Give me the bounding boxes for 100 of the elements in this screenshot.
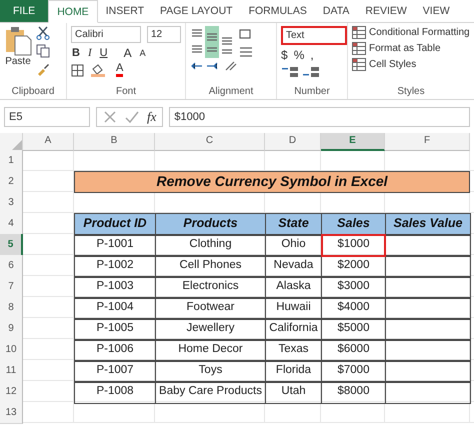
bold-button[interactable]: B bbox=[71, 47, 81, 59]
sheet-title: Remove Currency Symbol in Excel bbox=[74, 171, 470, 193]
column-header[interactable]: E bbox=[321, 133, 385, 151]
copy-icon[interactable] bbox=[36, 44, 50, 58]
percent-button[interactable]: % bbox=[294, 48, 304, 62]
table-header: Products bbox=[155, 213, 266, 236]
row-header[interactable]: 7 bbox=[0, 276, 23, 298]
table-cell: Home Decor bbox=[155, 339, 266, 362]
check-icon bbox=[125, 110, 139, 124]
table-cell: Alaska bbox=[265, 276, 322, 299]
row-header[interactable]: 3 bbox=[0, 192, 23, 214]
ribbon-tab[interactable]: DATA bbox=[314, 0, 358, 22]
comma-button[interactable]: , bbox=[310, 48, 314, 62]
font-size-dropdown[interactable]: 12 bbox=[147, 26, 181, 43]
table-cell: $5000 bbox=[321, 318, 386, 341]
row-header[interactable]: 12 bbox=[0, 381, 23, 403]
ribbon-tab[interactable]: FILE bbox=[0, 0, 48, 22]
group-label: Clipboard bbox=[10, 85, 56, 99]
formula-input[interactable]: $1000 bbox=[169, 107, 470, 127]
brush-icon[interactable] bbox=[36, 62, 50, 76]
group-label: Font bbox=[114, 85, 137, 99]
row-header[interactable]: 8 bbox=[0, 297, 23, 319]
table-cell: California bbox=[265, 318, 322, 341]
italic-button[interactable]: I bbox=[86, 47, 93, 59]
table-cell: Huwaii bbox=[265, 297, 322, 320]
group-label: Alignment bbox=[208, 85, 254, 99]
table-cell: $4000 bbox=[321, 297, 386, 320]
decimal-icons-drawing[interactable] bbox=[281, 65, 321, 79]
fill-color-icon[interactable] bbox=[90, 63, 106, 77]
table-cell: Footwear bbox=[155, 297, 266, 320]
table-cell: $8000 bbox=[321, 381, 386, 404]
table-cell: Texas bbox=[265, 339, 322, 362]
table-header: Product ID bbox=[74, 213, 156, 236]
table-cell: Toys bbox=[155, 360, 266, 383]
table-cell: $7000 bbox=[321, 360, 386, 383]
column-header[interactable]: D bbox=[265, 133, 321, 151]
table-cell: $6000 bbox=[321, 339, 386, 362]
row-header[interactable]: 11 bbox=[0, 360, 23, 382]
table-cell: P-1004 bbox=[74, 297, 156, 320]
column-header[interactable]: F bbox=[385, 133, 470, 151]
table-style-icon bbox=[352, 58, 366, 71]
table-header: Sales Value bbox=[385, 213, 471, 236]
table-cell: Florida bbox=[265, 360, 322, 383]
underline-button[interactable]: U bbox=[98, 47, 109, 59]
row-header[interactable]: 1 bbox=[0, 150, 23, 172]
table-cell: $1000 bbox=[321, 234, 386, 257]
number-format-dropdown[interactable]: Text bbox=[281, 26, 347, 45]
table-style-icon bbox=[352, 26, 366, 39]
styles-menu-button[interactable]: Format as Table bbox=[352, 42, 470, 55]
ribbon-tab[interactable]: VIEW bbox=[414, 0, 458, 22]
borders-icon[interactable] bbox=[71, 64, 84, 76]
shrink-font-button[interactable]: A bbox=[138, 48, 147, 58]
table-cell: Baby Care Products bbox=[155, 381, 266, 404]
column-header[interactable]: C bbox=[155, 133, 265, 151]
table-style-icon bbox=[352, 42, 366, 55]
table-cell: P-1002 bbox=[74, 255, 156, 278]
table-cell: Utah bbox=[265, 381, 322, 404]
table-cell: Jewellery bbox=[155, 318, 266, 341]
name-box[interactable]: E5 bbox=[4, 107, 90, 127]
table-cell: P-1006 bbox=[74, 339, 156, 362]
row-header[interactable]: 9 bbox=[0, 318, 23, 340]
row-header[interactable]: 13 bbox=[0, 402, 23, 424]
table-header: Sales bbox=[321, 213, 386, 236]
row-header[interactable]: 10 bbox=[0, 339, 23, 361]
styles-menu-button[interactable]: Cell Styles bbox=[352, 58, 470, 71]
column-header[interactable]: A bbox=[23, 133, 74, 151]
table-cell: Clothing bbox=[155, 234, 266, 257]
font-color-button[interactable]: A bbox=[116, 63, 124, 77]
table-cell: P-1003 bbox=[74, 276, 156, 299]
ribbon-tab[interactable]: HOME bbox=[48, 0, 98, 23]
column-header[interactable]: B bbox=[74, 133, 155, 151]
row-header[interactable]: 6 bbox=[0, 255, 23, 277]
ribbon-tab[interactable]: INSERT bbox=[98, 0, 152, 22]
group-label: Number bbox=[293, 85, 331, 99]
ribbon-tab[interactable]: PAGE LAYOUT bbox=[152, 0, 241, 22]
currency-button[interactable]: $ bbox=[281, 48, 288, 62]
clipboard-icon bbox=[4, 26, 32, 56]
scissors-icon[interactable] bbox=[36, 26, 50, 40]
table-cell: P-1007 bbox=[74, 360, 156, 383]
font-name-dropdown[interactable]: Calibri bbox=[71, 26, 141, 43]
group-label: Styles bbox=[396, 85, 426, 99]
grow-font-button[interactable]: A bbox=[122, 46, 133, 60]
cancel-icon bbox=[103, 110, 117, 124]
insert-function-button[interactable]: fx bbox=[147, 109, 156, 125]
table-cell: $3000 bbox=[321, 276, 386, 299]
row-header[interactable]: 4 bbox=[0, 213, 23, 235]
table-cell: Cell Phones bbox=[155, 255, 266, 278]
ribbon-tab[interactable]: FORMULAS bbox=[240, 0, 315, 22]
ribbon-tab[interactable]: REVIEW bbox=[357, 0, 415, 22]
table-cell: P-1008 bbox=[74, 381, 156, 404]
table-header: State bbox=[265, 213, 322, 236]
table-cell: Ohio bbox=[265, 234, 322, 257]
table-cell: Electronics bbox=[155, 276, 266, 299]
styles-menu-button[interactable]: Conditional Formatting bbox=[352, 26, 470, 39]
row-header[interactable]: 2 bbox=[0, 171, 23, 193]
paste-button[interactable]: Paste bbox=[4, 26, 32, 85]
row-header[interactable]: 5 bbox=[0, 234, 23, 256]
table-cell: Nevada bbox=[265, 255, 322, 278]
table-cell: P-1005 bbox=[74, 318, 156, 341]
table-cell: P-1001 bbox=[74, 234, 156, 257]
